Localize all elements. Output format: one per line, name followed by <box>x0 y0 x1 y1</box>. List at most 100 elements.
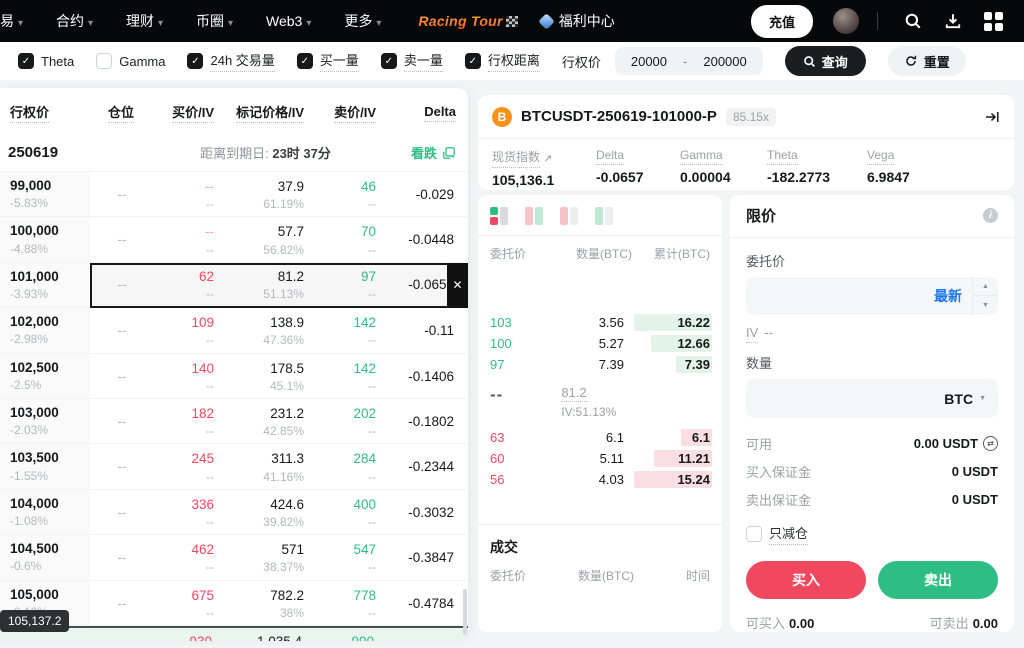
filter-checkbox[interactable]: 24h 交易量 <box>187 50 274 72</box>
ask-price[interactable]: 284 <box>353 450 376 468</box>
ask-row[interactable]: 97 7.39 7.39 <box>490 354 710 375</box>
bid-row[interactable]: 63 6.1 6.1 <box>490 427 710 448</box>
book-mode-bids-icon[interactable] <box>560 207 578 225</box>
checkbox-icon[interactable] <box>96 53 112 69</box>
close-icon[interactable] <box>447 263 468 308</box>
col-position[interactable]: 仓位 <box>108 105 134 123</box>
price-input[interactable]: 最新 <box>746 277 998 316</box>
col-strike[interactable]: 行权价 <box>10 105 49 123</box>
latest-price-button[interactable]: 最新 <box>934 286 962 306</box>
trades-header: 委托价 数量(BTC) 时间 <box>478 559 722 592</box>
nav-welfare-center[interactable]: 福利中心 <box>528 11 627 31</box>
bid-row[interactable]: 60 5.11 11.21 <box>490 448 710 469</box>
book-mode-asks-icon[interactable] <box>595 207 613 225</box>
col-delta[interactable]: Delta <box>424 104 456 122</box>
ask-cum: 12.66 <box>677 336 710 351</box>
nav-menu-item[interactable]: Web3 <box>254 13 326 29</box>
transfer-icon[interactable] <box>983 436 998 451</box>
col-ask-iv[interactable]: 卖价/IV <box>334 105 376 123</box>
filter-checkbox[interactable]: Gamma <box>96 53 165 69</box>
col-mark-iv[interactable]: 标记价格/IV <box>236 105 304 123</box>
option-chain-row[interactable]: 102,500 -2.5% -- 140 -- 178.5 45.1% 142 <box>0 354 468 399</box>
option-chain-row[interactable]: 103,000 -2.03% -- 182 -- 231.2 42.85% 20… <box>0 399 468 444</box>
strike-max-value[interactable]: 200000 <box>703 54 746 69</box>
ask-price[interactable]: 547 <box>353 541 376 559</box>
checkbox-icon[interactable] <box>381 53 397 69</box>
ask-price[interactable]: 778 <box>353 587 376 605</box>
bid-price[interactable]: 245 <box>191 450 214 468</box>
strike-min-value[interactable]: 20000 <box>631 54 667 69</box>
nav-menu-item[interactable]: 更多 <box>332 11 396 31</box>
bid-price[interactable]: 109 <box>191 314 214 332</box>
ask-row[interactable]: 103 3.56 16.22 <box>490 312 710 333</box>
nav-menu-item[interactable]: 易 <box>0 11 38 31</box>
collapse-panel-icon[interactable] <box>984 109 1000 125</box>
option-chain-row[interactable]: 104,000 -1.08% -- 336 -- 424.6 39.82% 40… <box>0 490 468 535</box>
option-chain-row[interactable]: 100,000 -4.88% -- -- -- 57.7 56.82% 70 <box>0 217 468 262</box>
unit-dropdown[interactable]: BTC <box>944 391 998 407</box>
option-chain-row[interactable]: 103,500 -1.55% -- 245 -- 311.3 41.16% 28… <box>0 444 468 489</box>
ask-price[interactable]: 46 <box>361 178 376 196</box>
strike-range-input[interactable]: 20000 - 200000 <box>615 47 763 75</box>
mark-price[interactable]: 81.2 <box>561 385 586 402</box>
ask-row[interactable]: 100 5.27 12.66 <box>490 333 710 354</box>
deposit-button[interactable]: 充值 <box>751 5 813 38</box>
bid-price[interactable]: 140 <box>191 360 214 378</box>
bid-row[interactable]: 56 4.03 15.24 <box>490 469 710 490</box>
ask-price[interactable]: 400 <box>353 496 376 514</box>
buy-button[interactable]: 买入 <box>746 561 866 599</box>
info-icon[interactable]: i <box>983 208 998 223</box>
bid-price[interactable]: 336 <box>191 496 214 514</box>
bid-price[interactable]: 182 <box>191 405 214 423</box>
ask-price[interactable]: 97 <box>361 268 376 286</box>
filter-checkbox[interactable]: 卖一量 <box>381 50 443 72</box>
option-chain-row[interactable]: 99,000 -5.83% -- -- -- 37.9 61.19% 46 <box>0 172 468 217</box>
strike-price: 100,000 <box>10 222 90 240</box>
ask-price[interactable]: 142 <box>353 314 376 332</box>
checkbox-icon[interactable] <box>465 53 481 69</box>
nav-menu-item[interactable]: 合约 <box>44 11 108 31</box>
filter-checkbox[interactable]: Theta <box>18 53 74 69</box>
filter-checkbox[interactable]: 行权距离 <box>465 50 540 72</box>
checkbox-icon[interactable] <box>746 526 762 542</box>
apps-grid-icon[interactable] <box>976 4 1010 38</box>
book-mode-both-icon[interactable] <box>490 207 508 225</box>
download-icon[interactable] <box>936 4 970 38</box>
bid-price[interactable]: -- <box>205 223 214 241</box>
direction-toggle[interactable]: 看跌 <box>411 143 468 162</box>
ask-price[interactable]: 70 <box>361 223 376 241</box>
reduce-only-checkbox[interactable]: 只减仓 <box>746 523 998 545</box>
bid-price[interactable]: -- <box>205 178 214 196</box>
col-bid-iv[interactable]: 买价/IV <box>172 105 214 123</box>
bid-price[interactable]: 62 <box>199 268 214 286</box>
avatar[interactable] <box>833 8 859 34</box>
filter-checkbox[interactable]: 买一量 <box>297 50 359 72</box>
option-chain-row-partial[interactable]: 930 1,035.4 990 <box>0 628 468 641</box>
chevron-down-icon <box>18 13 26 29</box>
stepper-down-icon[interactable] <box>973 296 998 315</box>
sell-button[interactable]: 卖出 <box>878 561 998 599</box>
search-icon[interactable] <box>896 4 930 38</box>
checkbox-icon[interactable] <box>297 53 313 69</box>
stepper-up-icon[interactable] <box>973 277 998 297</box>
scrollbar[interactable] <box>463 589 467 635</box>
ask-price[interactable]: 202 <box>353 405 376 423</box>
bid-price[interactable]: 675 <box>191 587 214 605</box>
ask-price[interactable]: 142 <box>353 360 376 378</box>
quantity-input[interactable]: BTC <box>746 379 998 418</box>
option-chain-row[interactable]: 104,500 -0.6% -- 462 -- 571 38.37% 547 <box>0 535 468 580</box>
checkbox-icon[interactable] <box>187 53 203 69</box>
checkbox-icon[interactable] <box>18 53 34 69</box>
query-button[interactable]: 查询 <box>785 46 866 76</box>
bid-price[interactable]: 462 <box>191 541 214 559</box>
option-chain-row[interactable]: 102,000 -2.98% -- 109 -- 138.9 47.36% 14… <box>0 308 468 353</box>
option-chain-row[interactable]: 101,000 -3.93% -- 62 -- 81.2 51.13% 97 <box>0 263 468 308</box>
order-type-label[interactable]: 限价 <box>746 205 776 226</box>
book-mode-split-icon[interactable] <box>525 207 543 225</box>
option-chain-row[interactable]: 105,000 -0.13% -- 675 -- 782.2 38% 778 <box>0 581 468 626</box>
racing-tour-logo[interactable]: Racing Tour <box>402 13 521 29</box>
reset-button[interactable]: 重置 <box>888 46 966 76</box>
expiry-group-row[interactable]: 250619 距离到期日: 23时 37分 看跌 <box>0 134 468 172</box>
nav-menu-item[interactable]: 理财 <box>114 11 178 31</box>
nav-menu-item[interactable]: 币圈 <box>184 11 248 31</box>
